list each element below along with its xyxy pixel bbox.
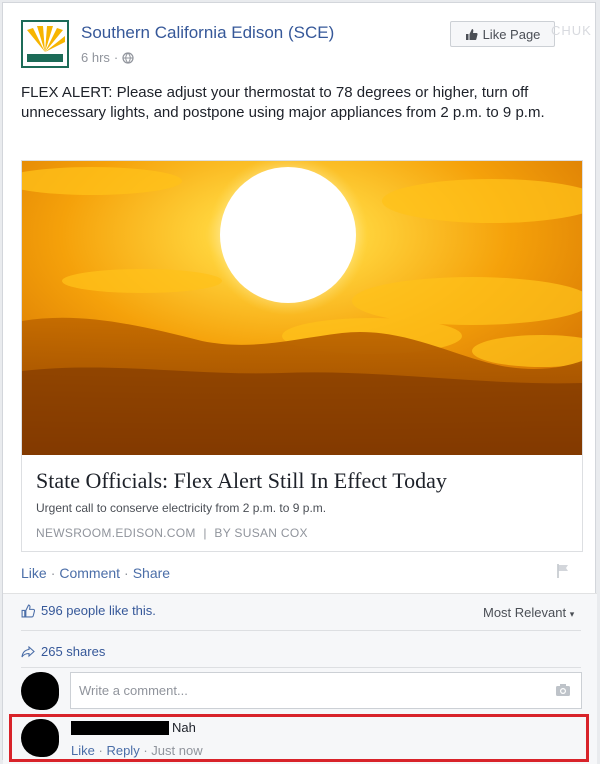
viewer-avatar <box>21 672 59 710</box>
watermark-text: CHUK <box>551 23 592 38</box>
like-action[interactable]: Like <box>21 565 47 581</box>
flag-icon[interactable] <box>555 563 571 579</box>
comment-input[interactable]: Write a comment... <box>70 672 582 709</box>
comment-action[interactable]: Comment <box>59 565 120 581</box>
sce-logo-icon <box>23 22 67 66</box>
redacted-commenter-name <box>71 721 169 735</box>
like-page-label: Like Page <box>482 26 541 42</box>
sort-dropdown[interactable]: Most Relevant ▾ <box>483 605 574 620</box>
link-source-domain: NEWSROOM.EDISON.COM <box>36 526 196 540</box>
sun-sky-image <box>22 161 582 455</box>
comment-input-placeholder: Write a comment... <box>79 683 188 698</box>
comment-timestamp[interactable]: Just now <box>151 743 202 758</box>
meta-separator: · <box>113 50 119 65</box>
link-preview-title[interactable]: State Officials: Flex Alert Still In Eff… <box>36 468 447 494</box>
sort-label: Most Relevant <box>483 605 567 620</box>
link-preview-description: Urgent call to conserve electricity from… <box>36 501 327 515</box>
comment-like-action[interactable]: Like <box>71 743 95 758</box>
likes-count-text[interactable]: 596 people like this. <box>41 603 156 618</box>
post-actions: Like · Comment · Share <box>21 565 170 581</box>
page-name-link[interactable]: Southern California Edison (SCE) <box>81 23 334 43</box>
comment-actions: Like · Reply · Just now <box>71 743 203 758</box>
divider <box>21 630 581 631</box>
commenter-avatar[interactable] <box>21 719 59 757</box>
link-source-author: BY SUSAN COX <box>214 526 308 540</box>
post-card: Southern California Edison (SCE) 6 hrs ·… <box>2 2 597 764</box>
link-preview-card[interactable]: State Officials: Flex Alert Still In Eff… <box>21 160 583 552</box>
divider <box>21 667 581 668</box>
camera-icon[interactable] <box>555 683 571 697</box>
shares-summary[interactable]: 265 shares <box>21 644 105 659</box>
post-meta: 6 hrs · <box>81 50 134 65</box>
comment-action-separator: · <box>143 743 148 758</box>
action-separator: · <box>124 565 129 581</box>
link-preview-image[interactable] <box>22 161 582 455</box>
likes-summary[interactable]: 596 people like this. <box>21 603 156 618</box>
post-timestamp[interactable]: 6 hrs <box>81 50 110 65</box>
shares-count-text[interactable]: 265 shares <box>41 644 105 659</box>
comment-reply-action[interactable]: Reply <box>106 743 139 758</box>
post-message: FLEX ALERT: Please adjust your thermosta… <box>21 84 545 121</box>
comment-action-separator: · <box>98 743 103 758</box>
thumbs-up-icon <box>465 28 478 40</box>
share-arrow-icon <box>21 645 35 657</box>
globe-icon[interactable] <box>122 51 134 64</box>
thumbs-up-icon <box>21 604 35 617</box>
link-source-separator: | <box>203 526 207 540</box>
chevron-down-icon: ▾ <box>569 609 575 619</box>
like-page-button[interactable]: Like Page <box>450 21 555 47</box>
link-preview-source: NEWSROOM.EDISON.COM | BY SUSAN COX <box>36 526 308 540</box>
share-action[interactable]: Share <box>133 565 170 581</box>
comment-body: Nah <box>172 720 196 735</box>
action-separator: · <box>50 565 56 581</box>
page-logo[interactable] <box>21 20 69 68</box>
